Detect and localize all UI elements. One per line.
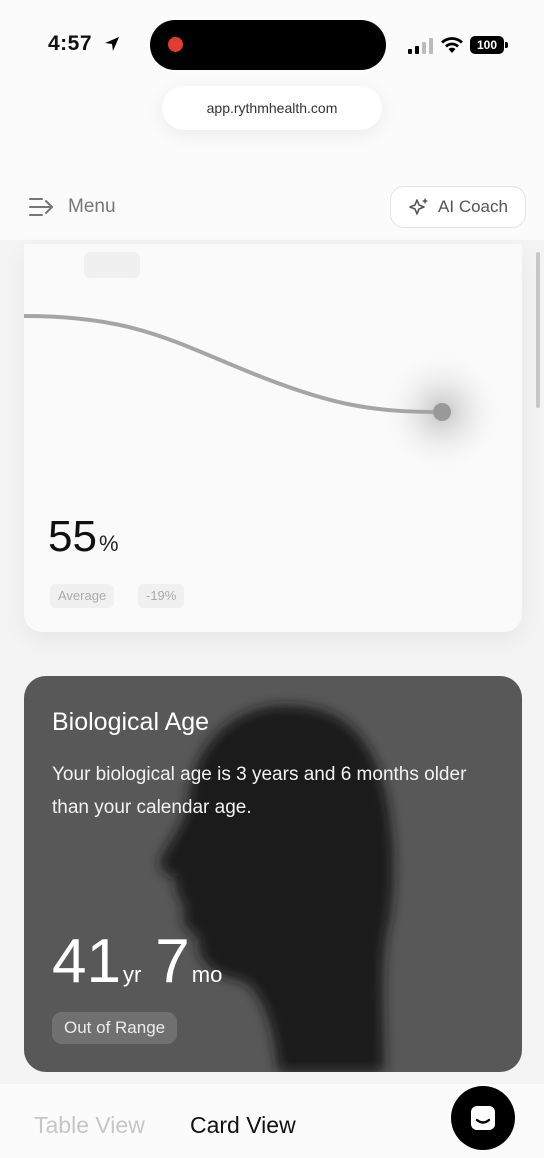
chat-icon xyxy=(471,1106,495,1130)
dynamic-island xyxy=(150,20,386,70)
bio-age-description: Your biological age is 3 years and 6 mon… xyxy=(52,764,467,818)
bio-age-months: 7 xyxy=(155,927,190,996)
metric-value: 55% xyxy=(48,512,119,562)
recording-indicator-icon xyxy=(168,37,183,52)
menu-label: Menu xyxy=(68,196,116,217)
biological-age-card[interactable]: Biological Age Your biological age is 3 … xyxy=(24,676,522,1072)
ai-coach-label: AI Coach xyxy=(438,197,508,216)
menu-button[interactable]: Menu xyxy=(28,190,116,224)
bio-age-value: 41yr 7mo xyxy=(52,926,236,997)
cellular-signal-icon xyxy=(408,38,433,54)
bio-age-years: 41 xyxy=(52,927,121,996)
menu-arrow-icon xyxy=(29,198,53,216)
location-arrow-icon xyxy=(105,37,119,51)
status-bar: 4:57 100 xyxy=(0,0,544,80)
average-chip: Average xyxy=(50,584,115,608)
metric-unit: % xyxy=(98,531,119,556)
bio-age-title: Biological Age xyxy=(52,708,210,736)
metric-number: 55 xyxy=(48,512,97,561)
ai-coach-button[interactable]: AI Coach xyxy=(390,186,526,228)
metric-card[interactable]: 55% Average -19% xyxy=(24,244,522,632)
trend-endpoint-marker xyxy=(433,403,451,421)
tab-card-view[interactable]: Card View xyxy=(190,1112,296,1139)
status-badge: Out of Range xyxy=(52,1012,178,1044)
tab-table-view[interactable]: Table View xyxy=(34,1112,145,1139)
battery-icon: 100 xyxy=(470,36,508,54)
scrollbar-thumb[interactable] xyxy=(536,252,540,408)
bio-age-months-unit: mo xyxy=(191,962,223,987)
bottom-bar: Table View Card View xyxy=(0,1084,544,1158)
trend-curve xyxy=(24,314,504,474)
sparkle-icon xyxy=(409,198,429,215)
bio-age-years-unit: yr xyxy=(122,962,142,987)
url-field[interactable]: app.rythmhealth.com xyxy=(162,86,382,130)
wifi-icon xyxy=(441,37,463,53)
delta-chip: -19% xyxy=(138,584,185,608)
chat-button[interactable] xyxy=(451,1086,515,1150)
status-time: 4:57 xyxy=(48,32,93,55)
